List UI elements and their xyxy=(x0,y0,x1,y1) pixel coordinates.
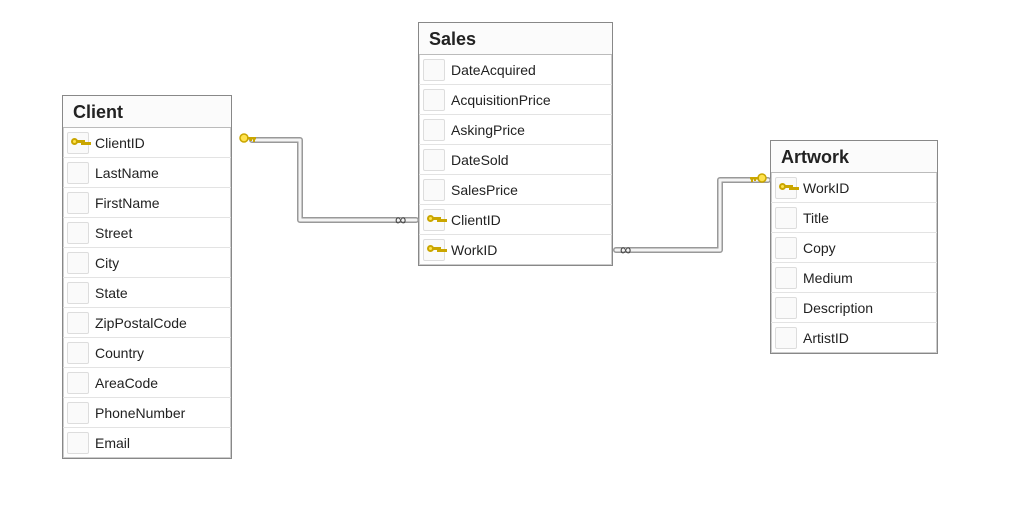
key-icon xyxy=(427,243,441,257)
diagram-canvas: { "tables": { "client": { "title": "Clie… xyxy=(0,0,1024,531)
column-name: WorkID xyxy=(451,242,606,258)
column-row[interactable]: DateAcquired xyxy=(419,55,612,85)
column-name: Title xyxy=(803,210,931,226)
column-row[interactable]: Title xyxy=(771,203,937,233)
column-row[interactable]: SalesPrice xyxy=(419,175,612,205)
pk-indicator xyxy=(423,89,445,111)
column-name: WorkID xyxy=(803,180,931,196)
column-row[interactable]: AreaCode xyxy=(63,368,231,398)
column-name: AskingPrice xyxy=(451,122,606,138)
column-row[interactable]: FirstName xyxy=(63,188,231,218)
pk-indicator xyxy=(423,149,445,171)
table-title: Sales xyxy=(419,23,612,55)
pk-indicator xyxy=(775,327,797,349)
column-row[interactable]: ZipPostalCode xyxy=(63,308,231,338)
pk-indicator xyxy=(775,297,797,319)
column-name: AreaCode xyxy=(95,375,225,391)
pk-indicator xyxy=(423,119,445,141)
column-list: ClientID LastName FirstName Street City … xyxy=(63,128,231,458)
pk-indicator xyxy=(423,239,445,261)
pk-indicator xyxy=(67,132,89,154)
column-name: State xyxy=(95,285,225,301)
key-icon xyxy=(71,136,85,150)
pk-indicator xyxy=(423,179,445,201)
column-name: Copy xyxy=(803,240,931,256)
column-name: DateAcquired xyxy=(451,62,606,78)
pk-indicator xyxy=(775,237,797,259)
relationship-client-sales: ∞ xyxy=(240,134,416,229)
column-name: ClientID xyxy=(95,135,225,151)
column-name: City xyxy=(95,255,225,271)
pk-indicator xyxy=(423,209,445,231)
pk-indicator xyxy=(67,282,89,304)
column-row[interactable]: ArtistID xyxy=(771,323,937,353)
column-row[interactable]: ClientID xyxy=(419,205,612,235)
column-row[interactable]: Medium xyxy=(771,263,937,293)
column-row[interactable]: Email xyxy=(63,428,231,458)
pk-indicator xyxy=(67,312,89,334)
column-name: LastName xyxy=(95,165,225,181)
column-row[interactable]: DateSold xyxy=(419,145,612,175)
table-client[interactable]: Client ClientID LastName FirstName Stree… xyxy=(62,95,232,459)
column-row[interactable]: AskingPrice xyxy=(419,115,612,145)
key-icon xyxy=(779,181,793,195)
column-name: SalesPrice xyxy=(451,182,606,198)
column-name: Country xyxy=(95,345,225,361)
column-row[interactable]: ClientID xyxy=(63,128,231,158)
column-list: DateAcquired AcquisitionPrice AskingPric… xyxy=(419,55,612,265)
column-name: Street xyxy=(95,225,225,241)
column-row[interactable]: Copy xyxy=(771,233,937,263)
table-title: Client xyxy=(63,96,231,128)
pk-indicator xyxy=(67,162,89,184)
pk-indicator xyxy=(67,402,89,424)
column-row[interactable]: PhoneNumber xyxy=(63,398,231,428)
pk-indicator xyxy=(67,432,89,454)
key-icon xyxy=(427,213,441,227)
column-list: WorkID Title Copy Medium Description Art… xyxy=(771,173,937,353)
column-name: DateSold xyxy=(451,152,606,168)
pk-indicator xyxy=(423,59,445,81)
column-row[interactable]: WorkID xyxy=(419,235,612,265)
column-row[interactable]: Description xyxy=(771,293,937,323)
column-name: PhoneNumber xyxy=(95,405,225,421)
column-row[interactable]: LastName xyxy=(63,158,231,188)
column-name: Description xyxy=(803,300,931,316)
column-name: AcquisitionPrice xyxy=(451,92,606,108)
relationship-artwork-sales: ∞ xyxy=(616,174,768,259)
pk-indicator xyxy=(67,372,89,394)
column-row[interactable]: City xyxy=(63,248,231,278)
one-end-key-icon xyxy=(750,174,766,182)
column-row[interactable]: WorkID xyxy=(771,173,937,203)
pk-indicator xyxy=(775,207,797,229)
pk-indicator xyxy=(67,222,89,244)
column-name: ClientID xyxy=(451,212,606,228)
one-end-key-icon xyxy=(240,134,256,142)
table-artwork[interactable]: Artwork WorkID Title Copy Medium Descrip… xyxy=(770,140,938,354)
pk-indicator xyxy=(67,252,89,274)
column-name: ArtistID xyxy=(803,330,931,346)
pk-indicator xyxy=(775,177,797,199)
column-row[interactable]: State xyxy=(63,278,231,308)
column-name: ZipPostalCode xyxy=(95,315,225,331)
pk-indicator xyxy=(67,342,89,364)
column-name: Email xyxy=(95,435,225,451)
pk-indicator xyxy=(775,267,797,289)
column-row[interactable]: AcquisitionPrice xyxy=(419,85,612,115)
column-row[interactable]: Street xyxy=(63,218,231,248)
table-title: Artwork xyxy=(771,141,937,173)
many-end-infinity-icon: ∞ xyxy=(620,242,631,259)
column-name: FirstName xyxy=(95,195,225,211)
column-row[interactable]: Country xyxy=(63,338,231,368)
many-end-infinity-icon: ∞ xyxy=(395,212,406,229)
column-name: Medium xyxy=(803,270,931,286)
pk-indicator xyxy=(67,192,89,214)
table-sales[interactable]: Sales DateAcquired AcquisitionPrice Aski… xyxy=(418,22,613,266)
